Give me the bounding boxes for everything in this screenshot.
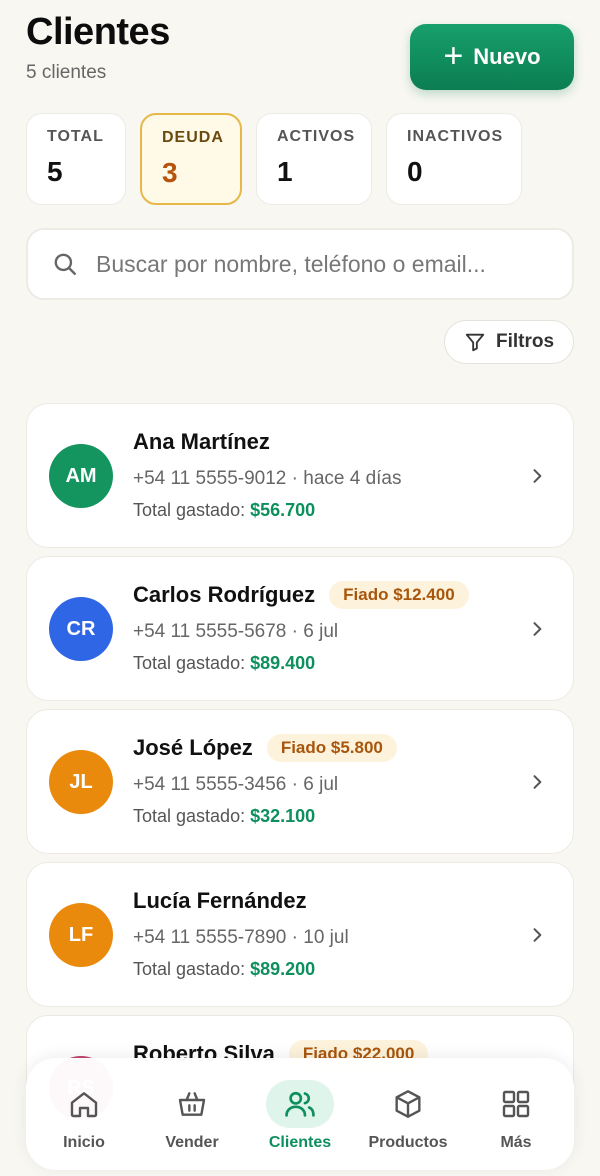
avatar: LF [49,903,113,967]
client-card[interactable]: JL José López Fiado $5.800 +54 11 5555-3… [26,709,574,854]
client-name: Ana Martínez [133,429,270,454]
stat-value: 1 [277,156,293,187]
client-name: Carlos Rodríguez [133,582,316,607]
page-header: Clientes 5 clientes [26,10,170,84]
stat-value: 3 [162,157,178,188]
client-total: Total gastado: $32.100 [133,806,513,827]
nav-label: Vender [165,1134,219,1151]
total-amount: $89.200 [250,959,316,979]
client-meta: +54 11 5555-7890 · 10 jul [133,927,349,948]
client-total: Total gastado: $89.400 [133,653,513,674]
client-card[interactable]: LF Lucía Fernández +54 11 5555-7890 · 10… [26,862,574,1007]
nav-label: Clientes [268,1134,332,1151]
avatar: CR [49,597,113,661]
avatar: JL [49,750,113,814]
stat-value: 5 [47,156,63,187]
debt-badge: Fiado $12.400 [329,581,469,609]
client-name: José López [133,735,253,760]
home-icon [50,1080,118,1128]
client-name: Lucía Fernández [133,888,307,913]
search-bar [26,228,574,300]
total-label: Total gastado: [133,500,246,520]
total-label: Total gastado: [133,959,246,979]
stat-debt[interactable]: DEUDA 3 [140,113,242,205]
avatar: AM [49,444,113,508]
box-icon [374,1080,442,1128]
total-amount: $89.400 [250,653,316,673]
filter-icon [465,333,485,352]
client-count: 5 clientes [26,62,107,83]
bottom-nav: Inicio Vender Clientes Productos Más [26,1058,574,1170]
total-label: Total gastado: [133,806,246,826]
plus-icon: + [443,36,464,75]
search-icon [54,253,76,275]
client-total: Total gastado: $56.700 [133,500,513,521]
chevron-right-icon [533,469,542,483]
total-label: Total gastado: [133,653,246,673]
chevron-right-icon [533,928,542,942]
stat-value: 0 [407,156,423,187]
client-meta: +54 11 5555-5678 · 6 jul [133,621,339,642]
stat-label: TOTAL [47,128,104,145]
stat-label: DEUDA [162,129,224,146]
nav-item-mas[interactable]: Más [464,1058,568,1170]
stat-label: ACTIVOS [277,128,356,145]
stat-inactive[interactable]: INACTIVOS 0 [386,113,522,205]
total-amount: $32.100 [250,806,316,826]
nav-item-vender[interactable]: Vender [140,1058,244,1170]
grid-icon [482,1080,550,1128]
filters-label: Filtros [495,331,555,352]
chevron-right-icon [533,775,542,789]
new-client-label: Nuevo [473,44,541,69]
page-title: Clientes [26,11,170,53]
stat-active[interactable]: ACTIVOS 1 [256,113,372,205]
client-list: AM Ana Martínez +54 11 5555-9012 · hace … [26,403,574,1168]
nav-item-productos[interactable]: Productos [356,1058,460,1170]
basket-icon [158,1080,226,1128]
stat-label: INACTIVOS [407,128,504,145]
chevron-right-icon [533,622,542,636]
search-input[interactable] [96,250,556,278]
client-card[interactable]: AM Ana Martínez +54 11 5555-9012 · hace … [26,403,574,548]
new-client-button[interactable]: + Nuevo [410,24,574,90]
nav-label: Más [500,1134,532,1151]
nav-item-inicio[interactable]: Inicio [32,1058,136,1170]
users-icon [266,1080,334,1128]
stats-row: TOTAL 5 DEUDA 3 ACTIVOS 1 INACTIVOS 0 [26,113,522,205]
total-amount: $56.700 [250,500,316,520]
nav-label: Inicio [63,1134,105,1151]
stat-total[interactable]: TOTAL 5 [26,113,126,205]
debt-badge: Fiado $5.800 [266,734,397,762]
client-meta: +54 11 5555-3456 · 6 jul [133,774,339,795]
nav-item-clientes[interactable]: Clientes [248,1058,352,1170]
nav-label: Productos [368,1134,448,1151]
client-card[interactable]: CR Carlos Rodríguez Fiado $12.400 +54 11… [26,556,574,701]
client-total: Total gastado: $89.200 [133,959,513,980]
client-meta: +54 11 5555-9012 · hace 4 días [133,468,402,489]
filters-button[interactable]: Filtros [444,320,574,364]
